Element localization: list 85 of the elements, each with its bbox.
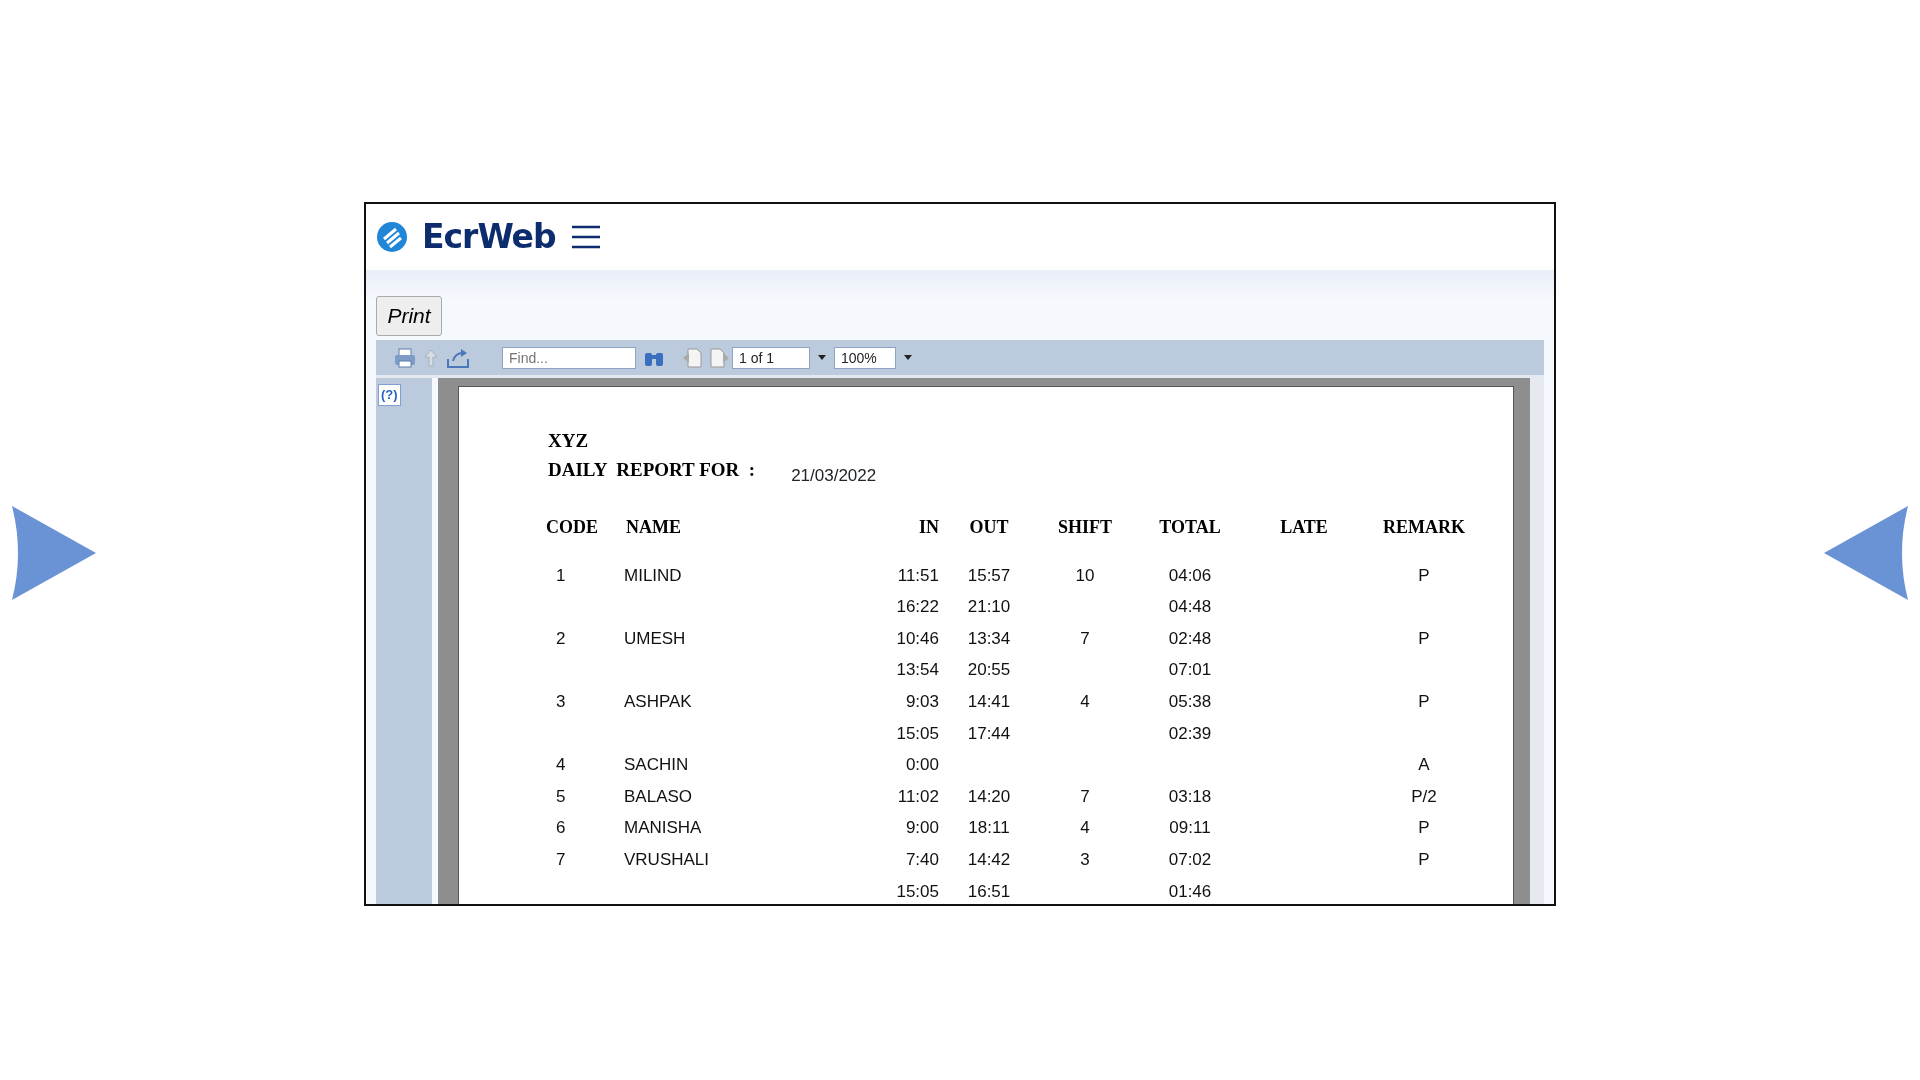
column-header: CODE	[546, 512, 626, 544]
table-cell: 15:05	[896, 881, 939, 901]
table-cell: P	[1418, 565, 1430, 585]
brand-name: EcrWeb	[422, 216, 556, 259]
table-cell: 7	[1080, 786, 1090, 806]
table-cell: 3	[1080, 850, 1090, 869]
table-cell: 17:44	[967, 723, 1011, 743]
table-cell: 4	[1080, 692, 1090, 711]
help-button[interactable]: (?)	[378, 384, 401, 406]
column-header: OUT	[939, 512, 1039, 544]
table-cell: 15:05	[896, 723, 939, 743]
table-cell: SACHIN	[624, 755, 689, 775]
table-cell: 6	[556, 818, 566, 838]
left-triangle-icon[interactable]	[1824, 506, 1908, 600]
table-cell: 14:41	[967, 692, 1011, 711]
report-date: 21/03/2022	[791, 464, 877, 487]
table-cell: 15:57	[967, 565, 1011, 585]
next-page-icon[interactable]	[710, 347, 730, 368]
table-cell: 7:40	[905, 850, 939, 869]
column-header: IN	[918, 516, 939, 540]
print-button[interactable]: Print	[376, 296, 442, 336]
table-cell: A	[1418, 755, 1430, 775]
table-cell: P	[1418, 818, 1430, 838]
table-cell: 14:42	[967, 850, 1011, 869]
find-field[interactable]: Find...	[502, 346, 636, 369]
table-cell: 4	[556, 755, 566, 775]
company-name: XYZ	[548, 429, 590, 453]
zoom-field[interactable]: 100%	[834, 346, 896, 369]
table-cell: 4	[1080, 818, 1090, 838]
table-cell: 13:54	[896, 660, 939, 680]
table-cell: 7	[1080, 628, 1090, 648]
right-triangle-icon[interactable]	[12, 506, 96, 600]
table-cell: 02:39	[1168, 723, 1212, 743]
table-cell: 7	[556, 850, 566, 869]
table-cell: MANISHA	[624, 818, 702, 838]
table-cell: 18:11	[968, 818, 1010, 838]
table-cell: 01:46	[1168, 881, 1212, 901]
table-cell: P	[1418, 850, 1430, 869]
table-cell: 0:00	[905, 755, 939, 775]
table-cell: 03:18	[1168, 786, 1212, 806]
table-cell: 13:34	[967, 628, 1011, 648]
column-header: TOTAL	[1158, 516, 1222, 540]
report-title: DAILY REPORT FOR :	[548, 457, 756, 482]
table-cell: 10:46	[896, 628, 939, 648]
table-cell: 09:11	[1169, 818, 1211, 838]
logo-icon	[376, 221, 408, 253]
table-cell: 04:06	[1168, 565, 1212, 585]
table-cell: 2	[556, 628, 566, 648]
table-cell: 02:48	[1168, 628, 1212, 648]
table-cell: 11:51	[897, 565, 939, 585]
table-cell: 3	[556, 692, 566, 711]
table-cell: 04:48	[1168, 597, 1212, 617]
table-cell: 07:02	[1168, 850, 1212, 869]
table-cell: 16:22	[896, 597, 939, 617]
column-header: NAME	[626, 516, 682, 540]
previous-page-icon[interactable]	[682, 347, 702, 368]
dropdown-caret-icon[interactable]	[904, 355, 912, 360]
table-cell: VRUSHALI	[624, 850, 710, 869]
table-cell: 10	[1075, 565, 1095, 585]
table-cell: BALASO	[624, 786, 693, 806]
menu-icon[interactable]	[569, 224, 602, 250]
table-cell: 07:01	[1168, 660, 1212, 680]
table-cell: 14:20	[967, 786, 1011, 806]
column-header: LATE	[1279, 516, 1329, 540]
table-cell: 20:55	[967, 660, 1011, 680]
table-cell: 5	[556, 786, 566, 806]
table-cell: 9:00	[905, 818, 939, 838]
printer-icon[interactable]	[394, 347, 416, 368]
table-cell: 1	[556, 565, 566, 585]
table-cell: P/2	[1411, 786, 1437, 806]
table-cell: UMESH	[624, 628, 686, 648]
table-cell: 11:02	[897, 786, 939, 806]
table-cell: MILIND	[624, 565, 682, 585]
table-cell: 9:03	[905, 692, 939, 711]
table-cell: P	[1418, 692, 1430, 711]
export-icon[interactable]	[446, 346, 470, 369]
column-header: SHIFT	[1057, 516, 1113, 540]
table-cell: 05:38	[1168, 692, 1212, 711]
table-cell: 16:51	[967, 881, 1011, 901]
column-header: REMARK	[1382, 516, 1466, 540]
dropdown-caret-icon[interactable]	[818, 355, 826, 360]
table-cell: ASHPAK	[624, 692, 692, 711]
page-field[interactable]: 1 of 1	[732, 346, 810, 369]
table-cell: P	[1418, 628, 1430, 648]
table-cell: 21:10	[967, 597, 1011, 617]
